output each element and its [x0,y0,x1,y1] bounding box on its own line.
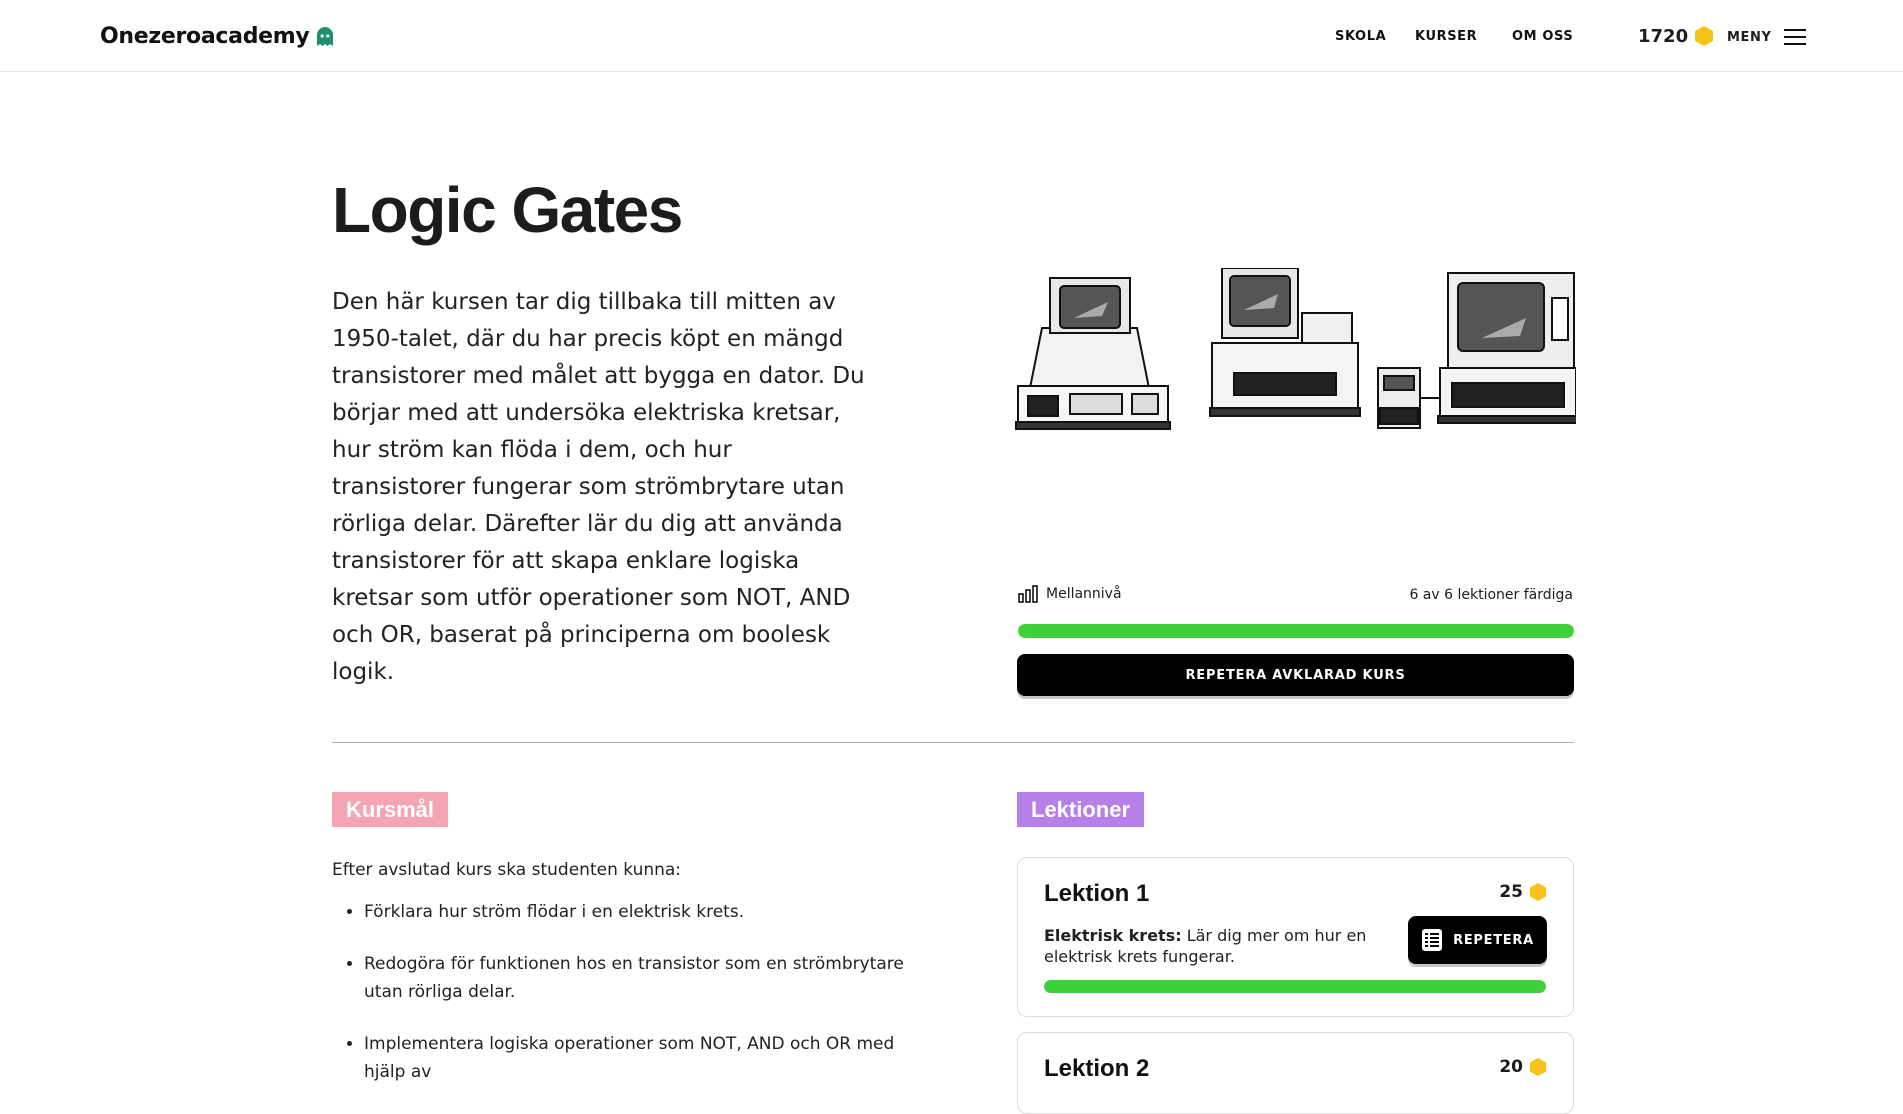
coin-balance[interactable]: 1720 [1638,25,1714,47]
lesson-description: Elektrisk krets: Lär dig mer om hur en e… [1044,925,1374,967]
retro-computers-illustration [1015,268,1576,430]
course-title: Logic Gates [332,174,683,246]
menu-button[interactable]: MENY [1727,29,1806,45]
lesson-points: 25 [1499,882,1547,902]
course-progress-bar [1018,624,1574,638]
course-progress-text: 6 av 6 lektioner färdiga [1409,587,1573,603]
course-description: Den här kursen tar dig tillbaka till mit… [332,289,865,685]
hexagon-coin-icon [1529,1058,1547,1076]
hamburger-icon [1783,29,1806,45]
goals-list: Förklara hur ström flödar i en elektrisk… [332,898,904,1110]
goals-tag: Kursmål [332,792,449,827]
bar-chart-icon [1018,585,1038,603]
list-icon [1422,929,1443,951]
goal-item: Redogöra för funktionen hos en transisto… [364,950,904,1006]
nav-kurser[interactable]: KURSER [1415,29,1477,44]
hexagon-coin-icon [1695,26,1714,46]
lesson-progress-bar [1044,980,1546,993]
ghost-icon [317,26,334,46]
goal-item: Förklara hur ström flödar i en elektrisk… [364,898,904,926]
lesson-title: Lektion 2 [1044,1055,1150,1082]
repeat-course-button[interactable]: REPETERA AVKLARAD KURS [1017,654,1574,696]
course-progress-fill [1018,624,1574,638]
lessons-tag: Lektioner [1017,792,1145,827]
repeat-lesson-button[interactable]: REPETERA [1408,916,1547,964]
nav-skola[interactable]: SKOLA [1335,29,1386,44]
hexagon-coin-icon [1529,883,1547,901]
section-divider [332,742,1574,743]
top-navbar: Onezeroacademy SKOLA KURSER OM OSS 1720 … [0,0,1903,72]
lesson-title: Lektion 1 [1044,880,1150,907]
menu-label: MENY [1727,29,1772,45]
lesson-points-value: 25 [1499,882,1523,902]
lesson-card[interactable]: Lektion 1 25 Elektrisk krets: Lär dig me… [1017,857,1574,1017]
goals-intro: Efter avslutad kurs ska studenten kunna: [332,860,682,880]
course-level: Mellannivå [1018,585,1122,603]
brand-logo[interactable]: Onezeroacademy [100,24,336,49]
coin-count: 1720 [1638,25,1689,47]
lesson-topic: Elektrisk krets: [1044,926,1182,945]
lesson-progress-fill [1044,980,1546,993]
lesson-points-value: 20 [1499,1057,1523,1077]
lesson-card[interactable]: Lektion 2 20 [1017,1032,1574,1114]
goal-item: Implementera logiska operationer som NOT… [364,1030,904,1086]
brand-name: Onezeroacademy [100,24,310,49]
level-label: Mellannivå [1046,586,1122,602]
lesson-points: 20 [1499,1057,1547,1077]
repeat-lesson-label: REPETERA [1453,932,1534,948]
nav-om-oss[interactable]: OM OSS [1512,29,1573,44]
